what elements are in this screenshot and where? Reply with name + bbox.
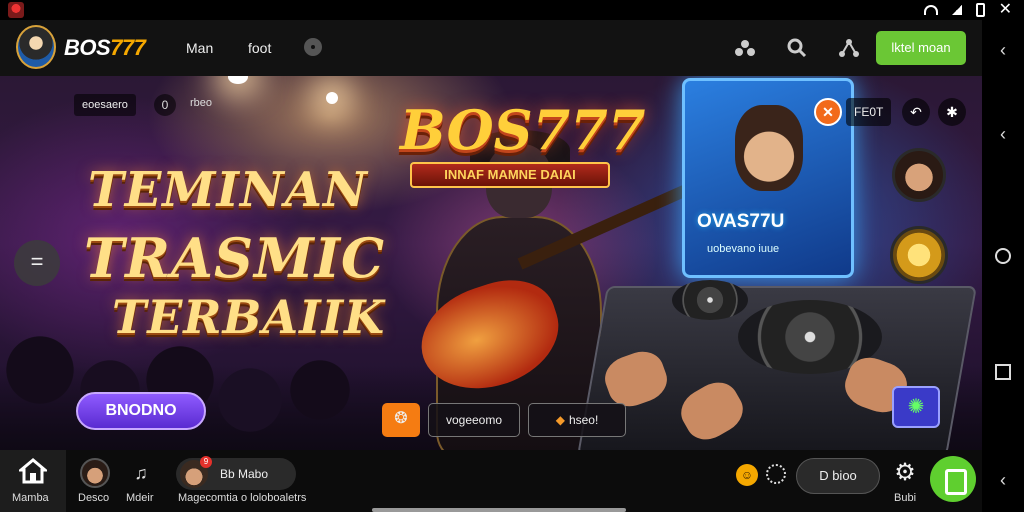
stats-icon[interactable]: ♫ bbox=[130, 462, 152, 484]
share-icon[interactable] bbox=[838, 37, 860, 59]
search-icon[interactable] bbox=[786, 37, 808, 59]
diamond-icon: ◆ bbox=[555, 413, 565, 427]
spotlight bbox=[228, 76, 248, 84]
settings-label: Bubi bbox=[894, 492, 917, 504]
back-chevron-icon[interactable]: ‹ bbox=[993, 40, 1013, 60]
back-chevron-icon[interactable]: ‹ bbox=[993, 470, 1013, 490]
brand-name[interactable]: BOS777 bbox=[64, 35, 146, 61]
coin-icon[interactable] bbox=[890, 226, 948, 284]
headline-line-2: TRASMIC bbox=[84, 226, 385, 290]
hero-small-text: rbeo bbox=[190, 97, 213, 109]
options-dot-button[interactable] bbox=[304, 38, 322, 56]
nav-link-foot[interactable]: foot bbox=[248, 40, 271, 56]
home-icon bbox=[19, 458, 47, 484]
profile-avatar[interactable] bbox=[80, 458, 110, 488]
screen-title: OVAS77U bbox=[697, 211, 785, 232]
app-bar: BOS777 Man foot lktel moan bbox=[0, 20, 982, 76]
hero-action-button-2[interactable]: ◆ hseo! bbox=[528, 403, 626, 437]
tab-profile-label[interactable]: Desco bbox=[78, 492, 109, 504]
brand-logo-icon[interactable] bbox=[16, 25, 56, 69]
pill-text: Bb Mabo bbox=[220, 467, 269, 481]
users-icon[interactable] bbox=[734, 37, 756, 59]
hero-circle-button[interactable]: 0 bbox=[154, 94, 176, 116]
bottom-bar: Mamba Desco ♫ Mdeir 9 Bb Mabo Magecomtia… bbox=[0, 450, 982, 512]
avatar-floating[interactable] bbox=[892, 148, 946, 202]
loading-circle-icon[interactable] bbox=[766, 464, 786, 484]
brand-name-part1: BOS bbox=[64, 35, 111, 60]
screen-subtitle: uobevano iuue bbox=[707, 243, 780, 255]
status-icons: ✕ bbox=[923, 1, 1012, 19]
home-circle-icon[interactable] bbox=[995, 248, 1011, 264]
screen-face-image bbox=[735, 105, 803, 191]
tab-home-label: Mamba bbox=[12, 492, 49, 504]
hero-banner[interactable]: eoesaero 0 rbeo TEMINAN TRASMIC TERBAIIK… bbox=[0, 76, 982, 450]
settings-square-icon[interactable]: ✺ bbox=[892, 386, 940, 428]
app-notification-icon bbox=[8, 2, 24, 18]
menu-round-button[interactable]: = bbox=[14, 240, 60, 286]
hero-chip[interactable]: eoesaero bbox=[74, 94, 136, 116]
tab-home[interactable]: Mamba bbox=[0, 450, 66, 512]
hero-action-button-2-label: hseo! bbox=[568, 413, 599, 427]
cell-signal-icon bbox=[951, 5, 962, 15]
hero-logo-title: BOS777 bbox=[400, 98, 646, 162]
settings-gear-icon[interactable]: ⚙ bbox=[892, 460, 918, 486]
spotlight bbox=[326, 92, 338, 104]
orange-action-button[interactable]: ❂ bbox=[382, 403, 420, 437]
dj-chip[interactable]: FE0T bbox=[846, 98, 892, 126]
hero-action-button-1[interactable]: vogeeomo bbox=[428, 403, 520, 437]
brand-name-part2: 777 bbox=[110, 35, 146, 60]
wifi-icon bbox=[923, 5, 938, 15]
headline-line-1: TEMINAN bbox=[88, 162, 368, 218]
home-indicator[interactable] bbox=[372, 508, 626, 512]
android-nav-bar: ‹ ‹ ‹ bbox=[982, 20, 1024, 512]
wallet-fab-button[interactable] bbox=[930, 456, 976, 502]
status-bar: ✕ bbox=[0, 0, 1024, 20]
cta-button[interactable]: BNODNO bbox=[76, 392, 206, 430]
orange-x-icon[interactable]: ✕ bbox=[814, 98, 842, 126]
gear-icon[interactable]: ✱ bbox=[938, 98, 966, 126]
turntable-platter bbox=[672, 280, 748, 320]
emoji-icon[interactable]: ☺ bbox=[736, 464, 758, 486]
nav-link-man[interactable]: Man bbox=[186, 40, 213, 56]
hero-logo-subtitle: INNAF MAMNE DAIAI bbox=[410, 162, 610, 188]
headline-line-3: TERBAIIK bbox=[112, 290, 386, 344]
close-icon[interactable]: ✕ bbox=[999, 2, 1012, 18]
recents-square-icon[interactable] bbox=[995, 364, 1011, 380]
battery-icon bbox=[975, 3, 985, 17]
notification-badge: 9 bbox=[200, 456, 212, 468]
pill-caption: Magecomtia o loloboaletrs bbox=[178, 492, 307, 504]
bottom-pill-button[interactable]: D bioo bbox=[796, 458, 880, 494]
tab-stats-label[interactable]: Mdeir bbox=[126, 492, 154, 504]
back-chevron-icon[interactable]: ‹ bbox=[993, 124, 1013, 144]
back-arrow-icon[interactable]: ↶ bbox=[902, 98, 930, 126]
user-pill[interactable]: 9 Bb Mabo bbox=[176, 456, 296, 490]
login-button[interactable]: lktel moan bbox=[876, 31, 966, 65]
